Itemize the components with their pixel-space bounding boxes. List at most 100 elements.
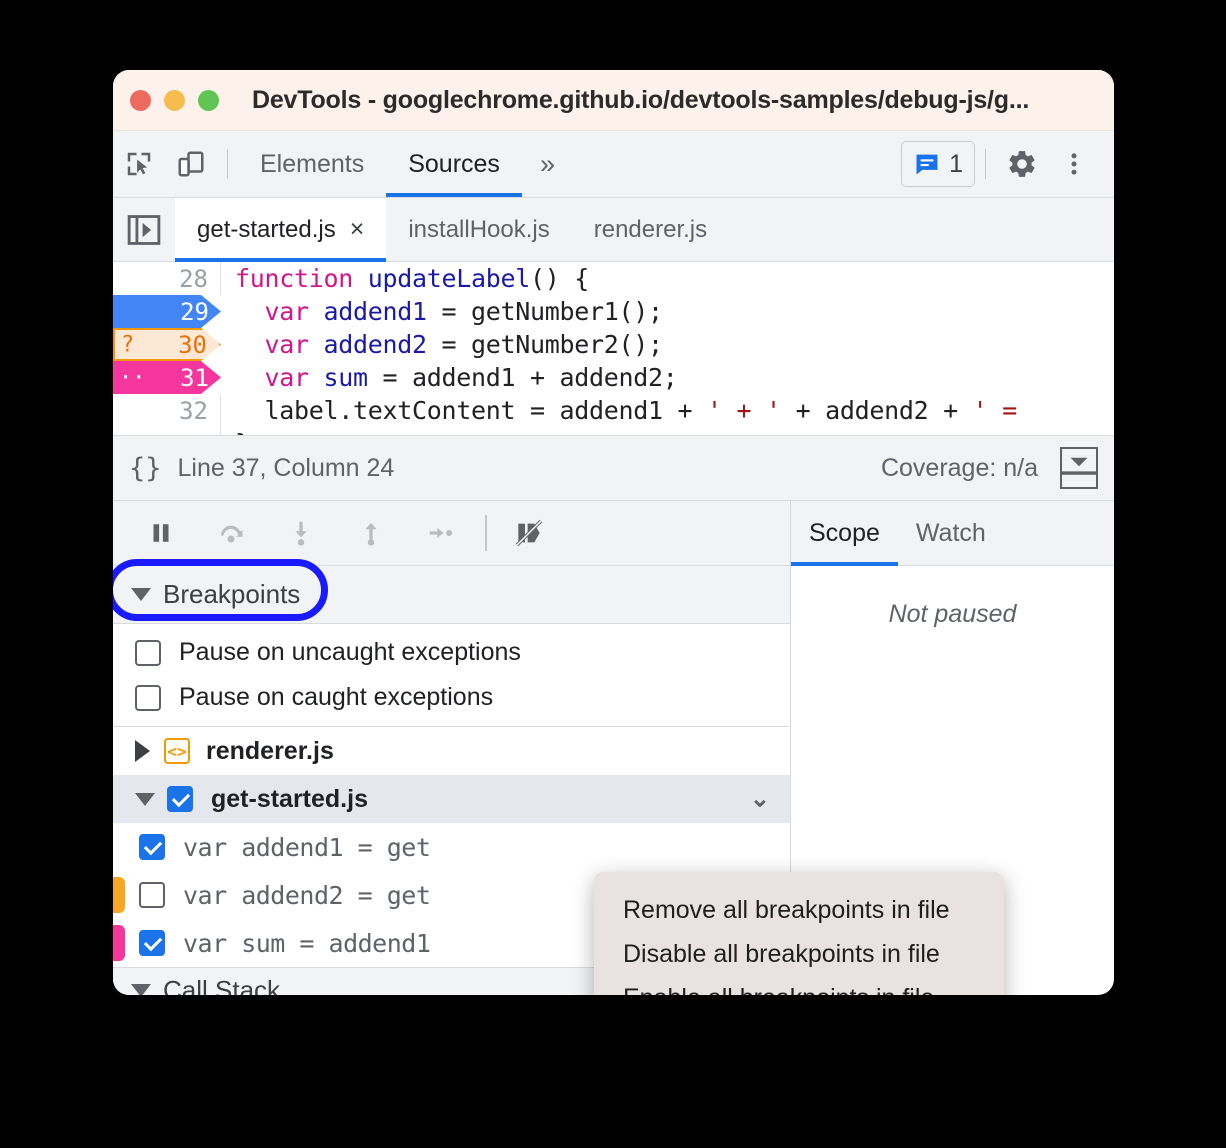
console-message-count: 1	[949, 149, 963, 178]
pause-on-uncaught-exceptions-checkbox[interactable]	[135, 639, 161, 666]
coverage-label: Coverage: n/a	[880, 453, 1038, 482]
console-messages-badge[interactable]: 1	[901, 141, 975, 187]
breakpoint-file-group-renderer[interactable]: <> renderer.js	[113, 727, 790, 775]
code-token: var	[235, 297, 324, 326]
step-into-icon	[295, 521, 307, 546]
screenshot-root: DevTools - googlechrome.github.io/devtoo…	[0, 0, 1226, 1148]
chevron-right-icon[interactable]	[135, 740, 150, 762]
pause-on-caught-exceptions-checkbox[interactable]	[135, 684, 161, 711]
step-over-button[interactable]	[205, 507, 257, 559]
device-toolbar-button[interactable]	[165, 138, 217, 190]
breakpoints-section-header[interactable]: Breakpoints	[113, 566, 790, 624]
chevron-down-icon	[131, 983, 151, 995]
context-menu-item-disable-all-in-file[interactable]: Disable all breakpoints in file	[594, 932, 1004, 976]
step-button[interactable]	[415, 507, 467, 559]
zoom-window-button[interactable]	[198, 89, 219, 111]
window-titlebar: DevTools - googlechrome.github.io/devtoo…	[113, 70, 1114, 131]
line-number-gutter[interactable]: ·· 31	[113, 361, 221, 394]
code-token: ' =	[972, 396, 1018, 425]
breakpoint-file-name: get-started.js	[211, 784, 368, 813]
logpoint-glyph: ··	[119, 365, 146, 390]
more-panels-button[interactable]: »	[522, 131, 573, 197]
line-number-gutter[interactable]: ? 30	[113, 328, 221, 361]
deactivate-breakpoints-button[interactable]	[503, 507, 555, 559]
breakpoint-checkbox[interactable]	[139, 882, 165, 908]
code-token: var	[235, 363, 324, 392]
breakpoints-header-label: Breakpoints	[163, 579, 301, 609]
chevron-down-icon[interactable]: ⌄	[750, 785, 770, 814]
code-token: var	[235, 330, 324, 359]
pause-icon	[153, 524, 169, 542]
code-line-text: var sum = addend1 + addend2;	[221, 363, 678, 392]
close-icon[interactable]: ×	[350, 217, 365, 242]
close-window-button[interactable]	[130, 89, 151, 111]
breakpoint-checkbox[interactable]	[139, 930, 165, 956]
chevron-down-icon	[131, 588, 151, 601]
breakpoint-file-checkbox[interactable]	[167, 786, 193, 812]
deactivate-breakpoints-icon	[515, 519, 543, 547]
device-toolbar-icon	[178, 151, 204, 177]
breakpoint-checkbox[interactable]	[139, 834, 165, 860]
step-out-button[interactable]	[345, 507, 397, 559]
show-navigator-button[interactable]	[113, 198, 175, 261]
show-drawer-icon	[1062, 457, 1096, 475]
panel-tab-sources[interactable]: Sources	[386, 131, 522, 197]
code-line-text: label.textContent = addend1 + ' + ' + ad…	[221, 396, 1018, 425]
chevron-down-icon[interactable]	[135, 792, 155, 806]
code-token: = getNumber2();	[426, 330, 664, 359]
code-token: sum	[323, 363, 369, 392]
inspect-element-button[interactable]	[113, 138, 165, 190]
file-tab-renderer[interactable]: renderer.js	[572, 198, 729, 261]
breakpoint-list-item[interactable]: var addend1 = get	[113, 823, 790, 871]
pause-on-caught-exceptions-row[interactable]: Pause on caught exceptions	[113, 675, 790, 720]
file-tab-get-started[interactable]: get-started.js ×	[175, 198, 387, 262]
code-line: 32 label.textContent = addend1 + ' + ' +…	[113, 394, 1114, 427]
step-into-button[interactable]	[275, 507, 327, 559]
console-message-icon	[916, 154, 938, 175]
toolbar-right-group: 1	[901, 138, 1114, 190]
show-drawer-button[interactable]	[1060, 447, 1098, 489]
breakpoint-file-name: renderer.js	[206, 736, 334, 765]
breakpoint-marker-conditional[interactable]: ? 30	[113, 328, 221, 361]
code-token: addend1	[323, 297, 428, 326]
pretty-print-button[interactable]: {}	[129, 453, 162, 484]
cursor-position-label: Line 37, Column 24	[177, 453, 395, 482]
breakpoint-file-group-get-started[interactable]: get-started.js ⌄	[113, 775, 790, 823]
callstack-header-label: Call Stack	[163, 974, 281, 996]
code-line: ? 30 var addend2 = getNumber2();	[113, 328, 1114, 361]
logpoint-edge-marker	[113, 925, 125, 961]
breakpoint-code-snippet: var sum = addend1	[183, 928, 431, 958]
code-line-text: var addend2 = getNumber2();	[221, 330, 664, 359]
line-number: 29	[180, 297, 209, 326]
pause-script-execution-button[interactable]	[135, 507, 187, 559]
context-menu-item-enable-all-in-file[interactable]: Enable all breakpoints in file	[594, 976, 1004, 996]
more-options-button[interactable]	[1048, 138, 1100, 190]
settings-button[interactable]	[996, 138, 1048, 190]
line-number-gutter[interactable]	[113, 427, 221, 435]
context-menu-item-remove-all-in-file[interactable]: Remove all breakpoints in file	[594, 888, 1004, 932]
pause-on-uncaught-exceptions-row[interactable]: Pause on uncaught exceptions	[113, 630, 790, 675]
code-token: = addend1 + addend2;	[367, 363, 678, 392]
minimize-window-button[interactable]	[164, 89, 185, 111]
tab-scope[interactable]: Scope	[791, 501, 898, 566]
editor-status-bar: {} Line 37, Column 24 Coverage: n/a	[113, 435, 1114, 501]
js-file-icon: <>	[164, 738, 190, 764]
pause-on-caught-exceptions-label: Pause on caught exceptions	[179, 683, 494, 711]
breakpoint-code-snippet: var addend2 = get	[183, 880, 431, 910]
panel-tab-elements[interactable]: Elements	[238, 131, 386, 197]
code-editor[interactable]: 28 function updateLabel() { 29 var adden…	[113, 262, 1114, 435]
line-number-gutter[interactable]: 32	[113, 394, 221, 427]
line-number-gutter[interactable]: 29	[113, 295, 221, 328]
conditional-breakpoint-glyph: ?	[121, 332, 135, 357]
breakpoint-marker-logpoint[interactable]: ·· 31	[113, 361, 221, 394]
scope-watch-tabstrip: Scope Watch	[791, 501, 1114, 566]
line-number-gutter[interactable]: 28	[113, 262, 221, 295]
breakpoint-marker-enabled[interactable]: 29	[113, 295, 221, 328]
tab-watch[interactable]: Watch	[898, 501, 1004, 565]
code-token: ' + '	[707, 396, 781, 425]
code-token: addend2	[323, 330, 428, 359]
devtools-window: DevTools - googlechrome.github.io/devtoo…	[113, 70, 1114, 995]
file-tab-installhook[interactable]: installHook.js	[386, 198, 571, 261]
vertical-dots-icon	[1071, 153, 1077, 175]
code-token: + addend2 +	[780, 396, 973, 425]
